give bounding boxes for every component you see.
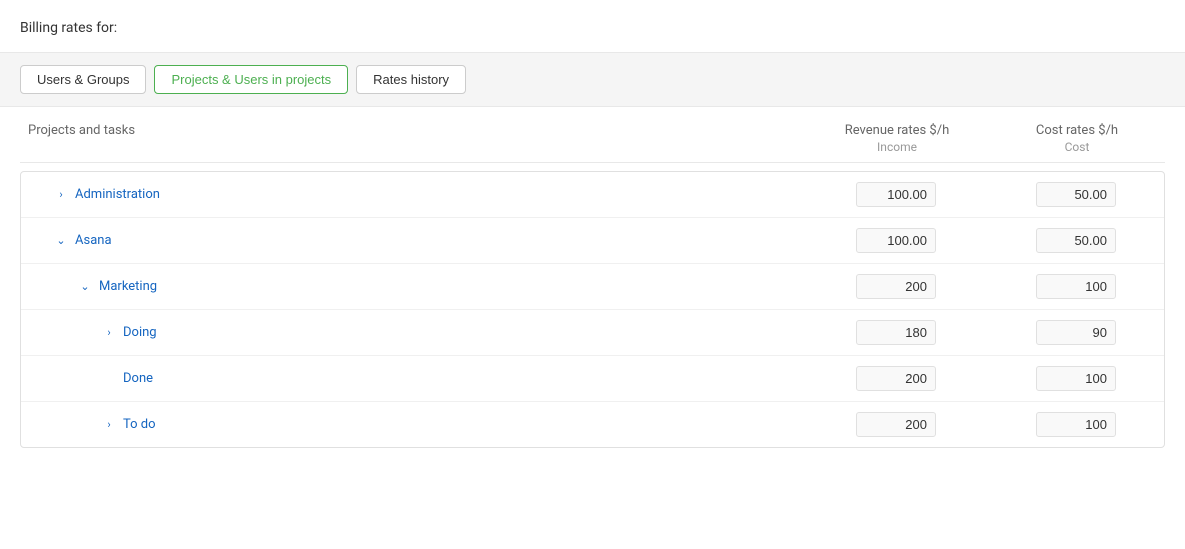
table-row: › To do xyxy=(21,402,1164,447)
chevron-down-icon[interactable]: ⌄ xyxy=(77,279,93,295)
table-row: ⌄ Asana xyxy=(21,218,1164,264)
row-marketing-label: ⌄ Marketing xyxy=(29,279,796,295)
row-todo-text: To do xyxy=(123,417,156,432)
row-asana-text: Asana xyxy=(75,233,112,248)
chevron-right-icon[interactable]: › xyxy=(101,417,117,433)
chevron-right-icon[interactable]: › xyxy=(53,187,69,203)
table-body: › Administration ⌄ Asana xyxy=(20,171,1165,448)
table-row: › Done xyxy=(21,356,1164,402)
row-asana-cost-cell xyxy=(996,228,1156,253)
row-marketing-revenue-cell xyxy=(796,274,996,299)
chevron-down-icon[interactable]: ⌄ xyxy=(53,233,69,249)
row-asana-label: ⌄ Asana xyxy=(29,233,796,249)
row-doing-revenue-cell xyxy=(796,320,996,345)
row-asana-cost-input[interactable] xyxy=(1036,228,1116,253)
tab-rates-history[interactable]: Rates history xyxy=(356,65,466,94)
row-done-revenue-input[interactable] xyxy=(856,366,936,391)
row-todo-revenue-input[interactable] xyxy=(856,412,936,437)
table-header-row2: Income Cost xyxy=(20,140,1165,163)
row-marketing-text: Marketing xyxy=(99,279,157,294)
row-asana-revenue-input[interactable] xyxy=(856,228,936,253)
row-marketing-cost-input[interactable] xyxy=(1036,274,1116,299)
row-administration-cost-cell xyxy=(996,182,1156,207)
content-area: Projects and tasks Revenue rates $/h Cos… xyxy=(0,107,1185,448)
row-done-cost-input[interactable] xyxy=(1036,366,1116,391)
row-doing-cost-cell xyxy=(996,320,1156,345)
row-administration-label: › Administration xyxy=(29,187,796,203)
tabs-bar: Users & Groups Projects & Users in proje… xyxy=(0,52,1185,107)
row-done-text: Done xyxy=(123,371,153,386)
table-header-row1: Projects and tasks Revenue rates $/h Cos… xyxy=(20,123,1165,140)
row-marketing-revenue-input[interactable] xyxy=(856,274,936,299)
billing-title: Billing rates for: xyxy=(0,20,1185,52)
col-projects-label: Projects and tasks xyxy=(28,123,797,138)
row-done-revenue-cell xyxy=(796,366,996,391)
col-revenue-label: Revenue rates $/h xyxy=(797,123,997,138)
row-todo-revenue-cell xyxy=(796,412,996,437)
row-doing-text: Doing xyxy=(123,325,157,340)
row-asana-revenue-cell xyxy=(796,228,996,253)
row-done-label: › Done xyxy=(29,371,796,387)
col-income-sublabel: Income xyxy=(797,140,997,154)
table-row: › Administration xyxy=(21,172,1164,218)
row-administration-text: Administration xyxy=(75,187,160,202)
row-administration-revenue-cell xyxy=(796,182,996,207)
chevron-right-icon[interactable]: › xyxy=(101,325,117,341)
tab-projects-users[interactable]: Projects & Users in projects xyxy=(154,65,348,94)
row-todo-cost-cell xyxy=(996,412,1156,437)
row-done-cost-cell xyxy=(996,366,1156,391)
tab-users-groups[interactable]: Users & Groups xyxy=(20,65,146,94)
table-row: › Doing xyxy=(21,310,1164,356)
row-marketing-cost-cell xyxy=(996,274,1156,299)
page-wrapper: Billing rates for: Users & Groups Projec… xyxy=(0,0,1185,549)
row-doing-revenue-input[interactable] xyxy=(856,320,936,345)
row-administration-revenue-input[interactable] xyxy=(856,182,936,207)
row-doing-label: › Doing xyxy=(29,325,796,341)
table-row: ⌄ Marketing xyxy=(21,264,1164,310)
col-cost-sublabel: Cost xyxy=(997,140,1157,154)
row-administration-cost-input[interactable] xyxy=(1036,182,1116,207)
row-doing-cost-input[interactable] xyxy=(1036,320,1116,345)
row-todo-label: › To do xyxy=(29,417,796,433)
row-todo-cost-input[interactable] xyxy=(1036,412,1116,437)
col-cost-label: Cost rates $/h xyxy=(997,123,1157,138)
